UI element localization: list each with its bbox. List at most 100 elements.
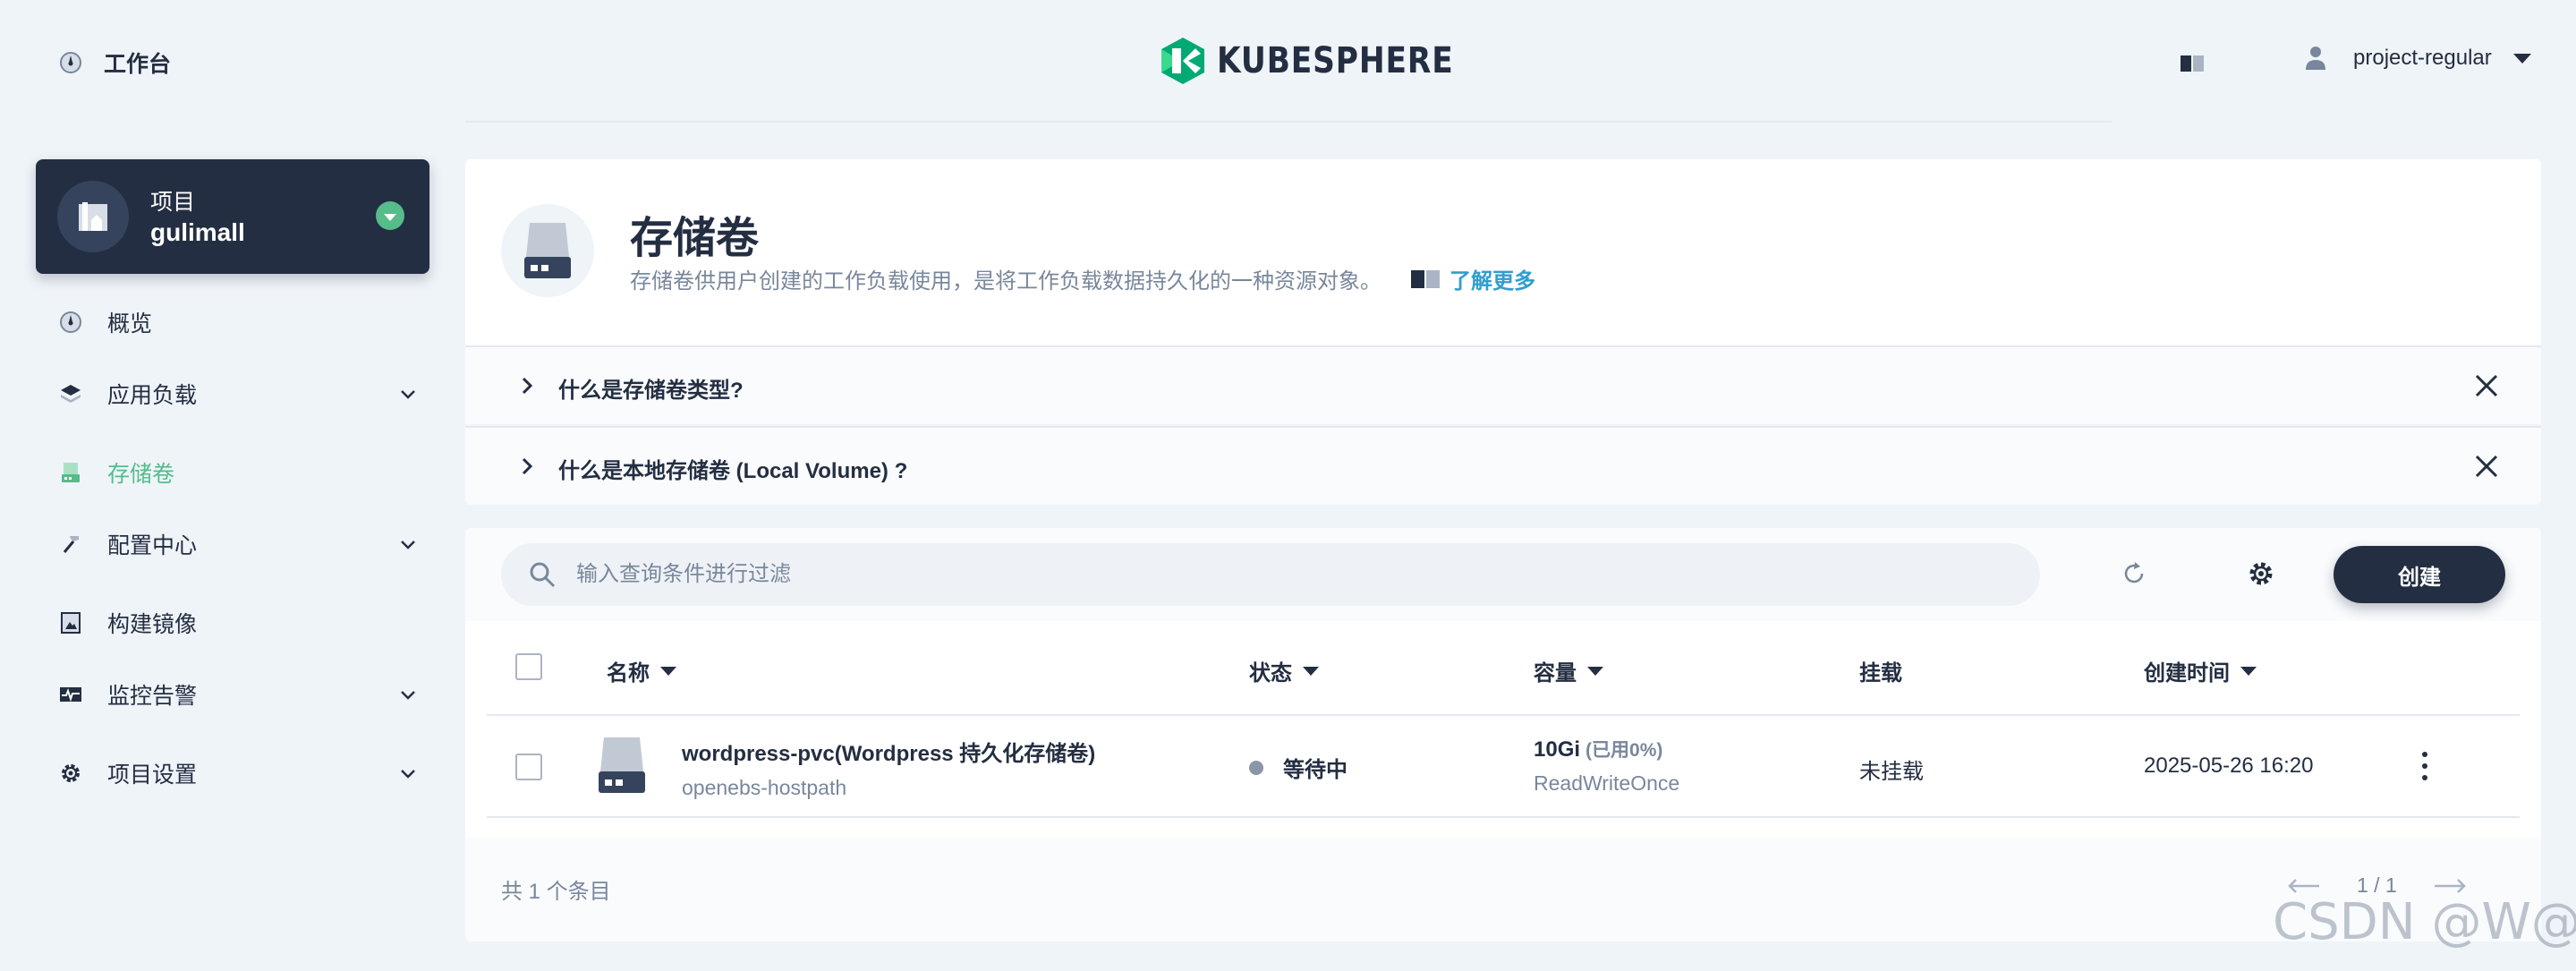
faq-item-volume-types[interactable]: 什么是存储卷类型?	[465, 345, 2541, 424]
gear-icon	[59, 762, 82, 785]
chevron-down-icon[interactable]	[399, 686, 417, 703]
chevron-down-icon[interactable]	[399, 764, 417, 782]
sidebar-item-workloads[interactable]: 应用负载	[59, 376, 417, 412]
learn-more-link[interactable]: 了解更多	[1410, 263, 1535, 294]
storage-icon	[59, 461, 82, 484]
created-time: 2025-05-26 16:20	[2144, 754, 2314, 778]
user-icon	[2306, 47, 2325, 70]
hammer-icon	[59, 532, 82, 556]
close-icon[interactable]	[2473, 372, 2500, 399]
status-badge: 等待中	[1283, 758, 1348, 782]
kubesphere-logo-icon	[1161, 38, 1204, 84]
column-created[interactable]: 创建时间	[2144, 655, 2257, 686]
project-avatar	[57, 181, 129, 252]
brand-text: KUBESPHERE	[1217, 40, 1454, 81]
column-status[interactable]: 状态	[1249, 655, 1319, 686]
workbench-label: 工作台	[104, 52, 172, 77]
status-dot	[1249, 760, 1263, 775]
docs-icon[interactable]	[2180, 54, 2205, 73]
volume-list-card: 创建 名称 状态 容量 挂载 创建时间 wordpress-pvc(Wordpr…	[465, 528, 2541, 941]
column-created-label: 创建时间	[2144, 661, 2230, 686]
chevron-right-icon	[522, 377, 533, 395]
column-mount: 挂载	[1859, 655, 1902, 686]
access-mode: ReadWriteOnce	[1534, 771, 1680, 795]
sidebar-item-volumes[interactable]: 存储卷	[59, 455, 417, 490]
sort-caret-icon	[660, 666, 676, 676]
sidebar-item-label: 概览	[107, 311, 153, 336]
column-capacity[interactable]: 容量	[1534, 655, 1603, 686]
column-capacity-label: 容量	[1534, 661, 1577, 686]
column-status-label: 状态	[1249, 661, 1292, 686]
column-name-label: 名称	[607, 661, 650, 686]
create-button[interactable]: 创建	[2334, 546, 2505, 603]
chevron-down-icon[interactable]	[399, 535, 417, 553]
sidebar-item-label: 项目设置	[107, 762, 198, 788]
sidebar-item-label: 存储卷	[107, 462, 175, 487]
chevron-down-icon	[2512, 53, 2531, 64]
search-input[interactable]	[576, 562, 1918, 587]
volume-banner-icon	[501, 204, 594, 297]
sidebar-item-label: 应用负载	[107, 383, 198, 408]
refresh-icon[interactable]	[2121, 560, 2147, 587]
dashboard-icon	[60, 52, 81, 73]
list-toolbar: 创建	[465, 528, 2541, 621]
storage-icon	[599, 737, 645, 793]
chevron-down-icon	[384, 213, 396, 221]
page-description: 存储卷供用户创建的工作负载使用，是将工作负载数据持久化的一种资源对象。 了解更多	[630, 263, 1535, 294]
sidebar-item-config-center[interactable]: 配置中心	[59, 526, 417, 562]
table-header: 名称 状态 容量 挂载 创建时间	[487, 621, 2520, 716]
image-builder-icon	[59, 611, 82, 635]
gear-icon[interactable]	[2248, 560, 2274, 587]
faq-question: 什么是存储卷类型?	[558, 379, 744, 403]
search-bar[interactable]	[501, 543, 2040, 606]
page-banner: 存储卷 存储卷供用户创建的工作负载使用，是将工作负载数据持久化的一种资源对象。 …	[465, 159, 2541, 345]
mount-status: 未挂载	[1859, 760, 1924, 784]
total-count: 共 1 个条目	[501, 880, 611, 904]
select-all-checkbox[interactable]	[515, 653, 542, 680]
workbench-link[interactable]: 工作台	[59, 47, 171, 79]
more-actions-icon[interactable]	[2421, 752, 2428, 780]
monitor-icon	[59, 683, 82, 706]
faq-question: 什么是本地存储卷 (Local Volume) ?	[558, 459, 908, 483]
arrow-left-icon[interactable]	[2287, 878, 2321, 894]
project-kind-label: 项目	[150, 190, 196, 215]
page-description-text: 存储卷供用户创建的工作负载使用，是将工作负载数据持久化的一种资源对象。	[630, 269, 1382, 294]
capacity-cell: 10Gi (已用0%) ReadWriteOnce	[1534, 736, 1679, 796]
kubesphere-logo[interactable]: KUBESPHERE	[1160, 36, 1492, 86]
project-selector[interactable]: 项目 gulimall	[36, 159, 429, 274]
dashboard-icon	[59, 311, 82, 334]
sidebar-item-monitoring[interactable]: 监控告警	[59, 677, 417, 712]
capacity-value: 10Gi	[1534, 737, 1581, 762]
row-checkbox[interactable]	[515, 754, 542, 780]
project-switch-button[interactable]	[376, 201, 404, 230]
list-footer: 共 1 个条目 1 / 1	[465, 838, 2541, 941]
sidebar-item-project-settings[interactable]: 项目设置	[59, 755, 417, 791]
sidebar-item-label: 配置中心	[107, 533, 198, 558]
sidebar-item-overview[interactable]: 概览	[59, 304, 417, 340]
table-row[interactable]: wordpress-pvc(Wordpress 持久化存储卷) openebs-…	[487, 716, 2520, 818]
sort-caret-icon	[2240, 666, 2257, 676]
arrow-right-icon[interactable]	[2433, 878, 2467, 894]
column-name[interactable]: 名称	[607, 655, 676, 686]
header-divider	[465, 121, 2112, 123]
user-menu[interactable]: project-regular	[2303, 45, 2531, 72]
volume-name-link[interactable]: wordpress-pvc(Wordpress 持久化存储卷)	[682, 736, 1095, 767]
project-name: gulimall	[150, 218, 245, 246]
book-icon	[1411, 269, 1440, 288]
learn-more-label: 了解更多	[1450, 269, 1535, 294]
faq-item-local-volume[interactable]: 什么是本地存储卷 (Local Volume) ?	[465, 426, 2541, 505]
status-cell: 等待中	[1249, 752, 1348, 783]
volume-name-cell: wordpress-pvc(Wordpress 持久化存储卷) openebs-…	[682, 736, 1095, 800]
sidebar-item-label: 监控告警	[107, 684, 198, 709]
storage-icon	[524, 223, 571, 278]
page-title: 存储卷	[630, 215, 760, 262]
storage-class: openebs-hostpath	[682, 776, 847, 799]
top-header: 工作台 KUBESPHERE project-regular	[0, 0, 2576, 122]
watermark: CSDN @W@#	[2273, 893, 2576, 951]
chevron-down-icon[interactable]	[399, 385, 417, 403]
column-mount-label: 挂载	[1859, 661, 1902, 686]
chevron-right-icon	[522, 457, 533, 475]
sidebar-item-image-builder[interactable]: 构建镜像	[59, 605, 417, 641]
close-icon[interactable]	[2473, 453, 2500, 480]
project-icon	[79, 202, 107, 231]
